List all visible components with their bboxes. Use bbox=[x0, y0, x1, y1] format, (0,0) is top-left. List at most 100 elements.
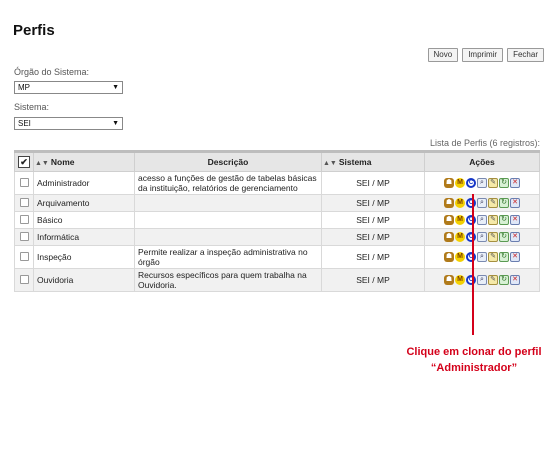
cell-acoes: ☗ M C ⌕ ✎ ↻ ✕ bbox=[424, 245, 540, 269]
delete-icon[interactable]: ✕ bbox=[510, 215, 520, 225]
cell-nome: Inspeção bbox=[33, 245, 135, 269]
new-button[interactable]: Novo bbox=[427, 48, 459, 62]
header-nome[interactable]: ▲▼ Nome bbox=[33, 150, 135, 172]
orgao-select[interactable]: MP ▼ bbox=[14, 81, 123, 94]
header-descricao: Descrição bbox=[134, 150, 322, 172]
row-checkbox-cell bbox=[14, 245, 34, 269]
edit-icon[interactable]: ✎ bbox=[488, 215, 498, 225]
table-row: Informática SEI / MP ☗ M C ⌕ ✎ ↻ ✕ bbox=[14, 228, 540, 246]
annotation-line1: Clique em clonar do perfil bbox=[406, 346, 542, 358]
row-checkbox-cell bbox=[14, 211, 34, 229]
permissions-icon[interactable]: ☗ bbox=[444, 215, 454, 225]
edit-icon[interactable]: ✎ bbox=[488, 232, 498, 242]
reactivate-icon[interactable]: ↻ bbox=[499, 275, 509, 285]
view-icon[interactable]: ⌕ bbox=[477, 198, 487, 208]
reactivate-icon[interactable]: ↻ bbox=[499, 232, 509, 242]
row-checkbox-cell bbox=[14, 228, 34, 246]
sort-icon[interactable]: ▲▼ bbox=[323, 160, 337, 167]
orgao-select-value: MP bbox=[18, 83, 30, 92]
delete-icon[interactable]: ✕ bbox=[510, 275, 520, 285]
cell-sistema: SEI / MP bbox=[321, 194, 425, 212]
row-checkbox[interactable] bbox=[19, 231, 29, 241]
cell-acoes: ☗ M C ⌕ ✎ ↻ ✕ bbox=[424, 171, 540, 195]
clone-icon[interactable]: C bbox=[466, 252, 476, 262]
clone-icon[interactable]: C bbox=[466, 232, 476, 242]
page-title: Perfis bbox=[13, 22, 55, 39]
cell-descricao: Permite realizar a inspeção administrati… bbox=[134, 245, 322, 269]
view-icon[interactable]: ⌕ bbox=[477, 178, 487, 188]
row-checkbox-cell bbox=[14, 194, 34, 212]
edit-icon[interactable]: ✎ bbox=[488, 198, 498, 208]
view-icon[interactable]: ⌕ bbox=[477, 232, 487, 242]
sistema-select[interactable]: SEI ▼ bbox=[14, 117, 123, 130]
row-checkbox[interactable] bbox=[19, 274, 29, 284]
cell-descricao: acesso a funções de gestão de tabelas bá… bbox=[134, 171, 322, 195]
cell-sistema: SEI / MP bbox=[321, 268, 425, 292]
header-sistema[interactable]: ▲▼ Sistema bbox=[321, 150, 425, 172]
annotation-arrow bbox=[472, 194, 474, 335]
permissions-icon[interactable]: ☗ bbox=[444, 252, 454, 262]
reactivate-icon[interactable]: ↻ bbox=[499, 178, 509, 188]
view-icon[interactable]: ⌕ bbox=[477, 215, 487, 225]
cell-nome: Arquivamento bbox=[33, 194, 135, 212]
clone-icon[interactable]: C bbox=[466, 198, 476, 208]
cell-acoes: ☗ M C ⌕ ✎ ↻ ✕ bbox=[424, 211, 540, 229]
sort-icon[interactable]: ▲▼ bbox=[35, 160, 49, 167]
cell-descricao: Recursos específicos para quem trabalha … bbox=[134, 268, 322, 292]
cell-descricao bbox=[134, 228, 322, 246]
view-icon[interactable]: ⌕ bbox=[477, 275, 487, 285]
edit-icon[interactable]: ✎ bbox=[488, 252, 498, 262]
delete-icon[interactable]: ✕ bbox=[510, 198, 520, 208]
row-checkbox[interactable] bbox=[19, 197, 29, 207]
row-checkbox[interactable] bbox=[19, 214, 29, 224]
row-checkbox[interactable] bbox=[19, 251, 29, 261]
clone-icon[interactable]: C bbox=[466, 178, 476, 188]
cell-nome: Ouvidoria bbox=[33, 268, 135, 292]
cell-descricao bbox=[134, 194, 322, 212]
cell-sistema: SEI / MP bbox=[321, 171, 425, 195]
menu-icon[interactable]: M bbox=[455, 178, 465, 188]
cell-acoes: ☗ M C ⌕ ✎ ↻ ✕ bbox=[424, 194, 540, 212]
chevron-down-icon: ▼ bbox=[112, 84, 119, 91]
table-row: Administrador acesso a funções de gestão … bbox=[14, 171, 540, 195]
permissions-icon[interactable]: ☗ bbox=[444, 198, 454, 208]
permissions-icon[interactable]: ☗ bbox=[444, 232, 454, 242]
permissions-icon[interactable]: ☗ bbox=[444, 275, 454, 285]
clone-icon[interactable]: C bbox=[466, 215, 476, 225]
header-acoes: Ações bbox=[424, 150, 540, 172]
print-button[interactable]: Imprimir bbox=[462, 48, 504, 62]
row-checkbox-cell bbox=[14, 268, 34, 292]
close-button[interactable]: Fechar bbox=[507, 48, 544, 62]
cell-sistema: SEI / MP bbox=[321, 228, 425, 246]
row-checkbox[interactable] bbox=[19, 177, 29, 187]
menu-icon[interactable]: M bbox=[455, 232, 465, 242]
table-row: Arquivamento SEI / MP ☗ M C ⌕ ✎ ↻ ✕ bbox=[14, 194, 540, 212]
sistema-select-value: SEI bbox=[18, 119, 31, 128]
table-row: Ouvidoria Recursos específicos para quem … bbox=[14, 268, 540, 292]
select-all-header: ✔ bbox=[14, 150, 34, 172]
annotation-line2: “Administrador” bbox=[430, 362, 518, 374]
select-all-checkbox[interactable]: ✔ bbox=[18, 156, 30, 168]
menu-icon[interactable]: M bbox=[455, 252, 465, 262]
clone-icon[interactable]: C bbox=[466, 275, 476, 285]
view-icon[interactable]: ⌕ bbox=[477, 252, 487, 262]
menu-icon[interactable]: M bbox=[455, 275, 465, 285]
permissions-icon[interactable]: ☗ bbox=[444, 178, 454, 188]
menu-icon[interactable]: M bbox=[455, 215, 465, 225]
cell-nome: Básico bbox=[33, 211, 135, 229]
orgao-label: Órgão do Sistema: bbox=[14, 67, 90, 77]
cell-acoes: ☗ M C ⌕ ✎ ↻ ✕ bbox=[424, 268, 540, 292]
delete-icon[interactable]: ✕ bbox=[510, 252, 520, 262]
reactivate-icon[interactable]: ↻ bbox=[499, 198, 509, 208]
delete-icon[interactable]: ✕ bbox=[510, 232, 520, 242]
reactivate-icon[interactable]: ↻ bbox=[499, 215, 509, 225]
table-row: Inspeção Permite realizar a inspeção admi… bbox=[14, 245, 540, 269]
cell-descricao bbox=[134, 211, 322, 229]
reactivate-icon[interactable]: ↻ bbox=[499, 252, 509, 262]
delete-icon[interactable]: ✕ bbox=[510, 178, 520, 188]
edit-icon[interactable]: ✎ bbox=[488, 275, 498, 285]
table-row: Básico SEI / MP ☗ M C ⌕ ✎ ↻ ✕ bbox=[14, 211, 540, 229]
annotation-text: Clique em clonar do perfil “Administrado… bbox=[380, 344, 554, 376]
edit-icon[interactable]: ✎ bbox=[488, 178, 498, 188]
menu-icon[interactable]: M bbox=[455, 198, 465, 208]
